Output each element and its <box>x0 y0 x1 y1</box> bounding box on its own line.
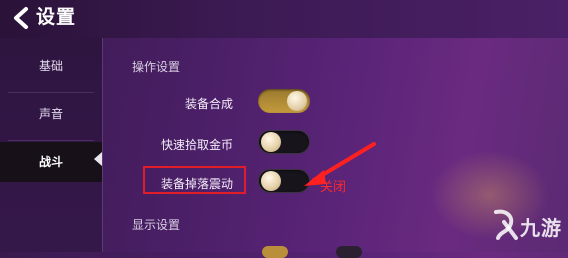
watermark-text: 九游 <box>520 216 562 240</box>
toggle-knob <box>261 171 281 191</box>
toggle-equip-synth[interactable] <box>258 89 310 113</box>
sidebar-item-sound[interactable]: 声音 <box>0 94 102 134</box>
section-title-display: 显示设置 <box>132 218 181 232</box>
sidebar: 基础 声音 战斗 <box>0 38 103 252</box>
section-title-operation: 操作设置 <box>132 60 181 74</box>
watermark: 九游 <box>490 204 566 248</box>
sidebar-divider <box>8 92 94 93</box>
toggle-display-partial[interactable] <box>336 246 362 258</box>
page-title: 设置 <box>36 6 77 28</box>
chevron-left-icon[interactable] <box>10 6 34 30</box>
sidebar-divider <box>8 140 94 141</box>
toggle-display-partial[interactable] <box>262 246 288 258</box>
active-indicator-arrow <box>94 152 102 166</box>
setting-label-equip-synth: 装备合成 <box>184 97 233 111</box>
setting-label-quick-pickup-gold: 快速拾取金币 <box>160 138 233 152</box>
annotation-highlight-box <box>143 166 246 194</box>
top-bar: 设置 <box>0 0 568 38</box>
toggle-knob <box>261 132 281 152</box>
sidebar-item-battle[interactable]: 战斗 <box>0 142 102 182</box>
jiuyou-logo-icon <box>494 209 518 240</box>
sidebar-item-basic[interactable]: 基础 <box>0 46 102 86</box>
toggle-knob <box>287 91 307 111</box>
annotation-text: 关闭 <box>320 180 347 195</box>
